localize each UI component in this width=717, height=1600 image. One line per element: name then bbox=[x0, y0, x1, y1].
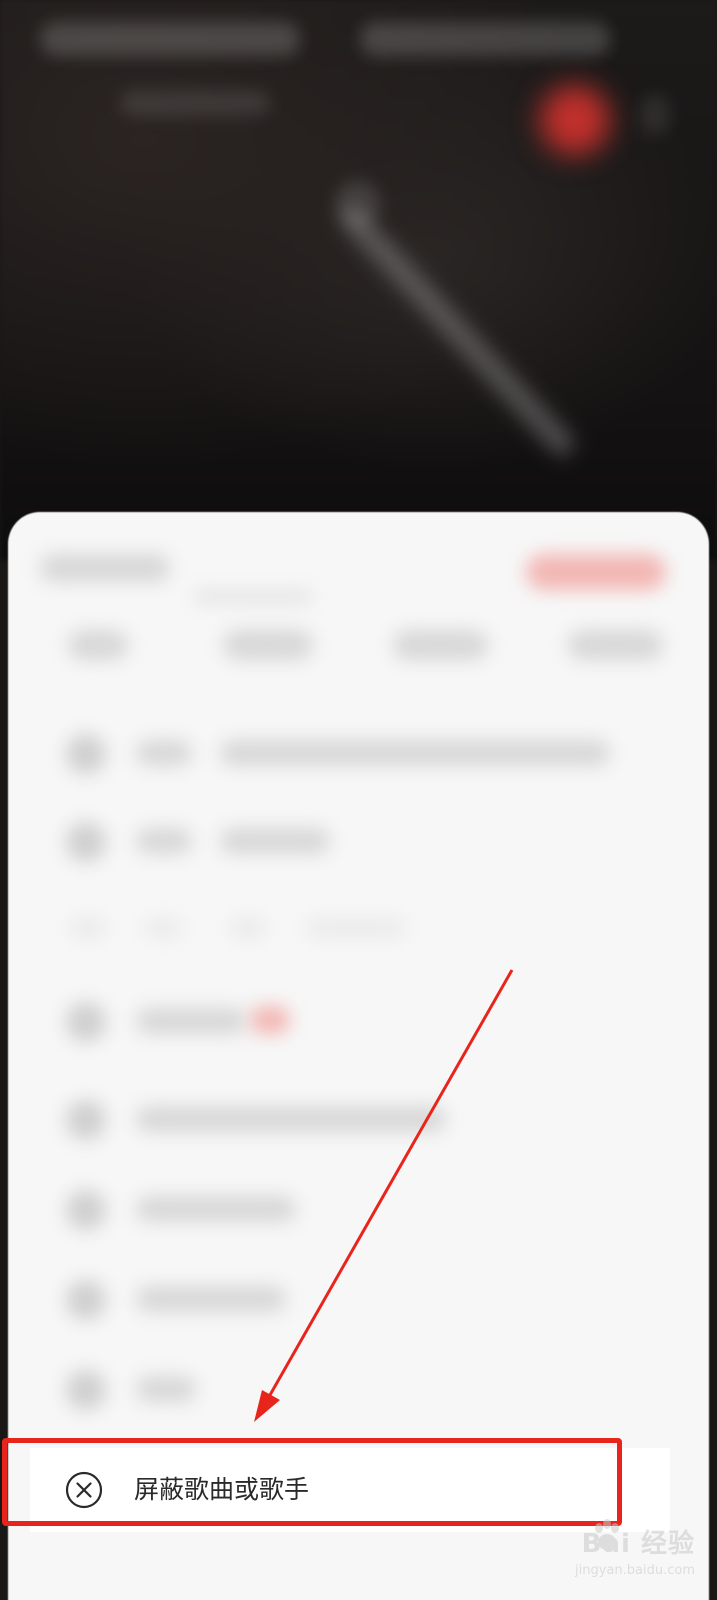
screen: 屏蔽歌曲或歌手 Bai 经验 jingyan.baidu.com bbox=[0, 0, 717, 1600]
blurred-row-badge-3 bbox=[250, 1006, 290, 1034]
watermark-url: jingyan.baidu.com bbox=[575, 1563, 695, 1578]
blurred-subtitle bbox=[193, 590, 313, 604]
blurred-row-icon-3 bbox=[66, 1002, 106, 1042]
blurred-back-area bbox=[120, 90, 270, 116]
blurred-quick-action-3 bbox=[393, 630, 488, 660]
blurred-row-faint-2 bbox=[143, 917, 183, 939]
blurred-row-label-4 bbox=[136, 1106, 446, 1132]
blurred-tonearm-pivot bbox=[335, 180, 381, 226]
blurred-row-faint-3 bbox=[228, 917, 268, 939]
blurred-share-icon bbox=[640, 95, 670, 135]
blurred-row-label-2 bbox=[136, 828, 192, 854]
blurred-red-button bbox=[526, 554, 666, 590]
baidu-watermark: Bai 经验 jingyan.baidu.com bbox=[545, 1518, 695, 1578]
blurred-row-icon-2 bbox=[66, 822, 106, 862]
blurred-row-icon-4 bbox=[66, 1100, 106, 1140]
blurred-row-icon-6 bbox=[66, 1280, 106, 1320]
blurred-row-label-6 bbox=[136, 1286, 286, 1312]
blurred-tab-right bbox=[360, 22, 610, 56]
highlight-box bbox=[2, 1438, 622, 1526]
song-options-sheet bbox=[8, 512, 709, 1600]
blurred-row-faint-4 bbox=[306, 917, 406, 939]
blurred-quick-action-1 bbox=[68, 630, 128, 660]
blurred-row-label-5 bbox=[136, 1196, 296, 1222]
blurred-red-dot bbox=[540, 85, 610, 155]
player-background bbox=[0, 0, 717, 560]
blurred-row-value-1 bbox=[220, 740, 610, 766]
blurred-sheet-title bbox=[40, 554, 170, 582]
blurred-quick-action-4 bbox=[568, 630, 663, 660]
watermark-brand: Bai 经验 bbox=[581, 1529, 695, 1559]
blurred-row-value-2 bbox=[220, 828, 330, 854]
blurred-row-label-1 bbox=[136, 740, 192, 766]
blurred-row-label-3 bbox=[136, 1008, 246, 1034]
blurred-row-label-7 bbox=[136, 1376, 196, 1402]
blurred-row-icon-7 bbox=[66, 1370, 106, 1410]
blurred-row-icon-5 bbox=[66, 1190, 106, 1230]
blurred-quick-action-2 bbox=[223, 630, 313, 660]
blurred-row-icon-1 bbox=[66, 734, 106, 774]
blurred-row-faint-1 bbox=[68, 917, 108, 939]
blurred-tab-left bbox=[40, 22, 300, 56]
